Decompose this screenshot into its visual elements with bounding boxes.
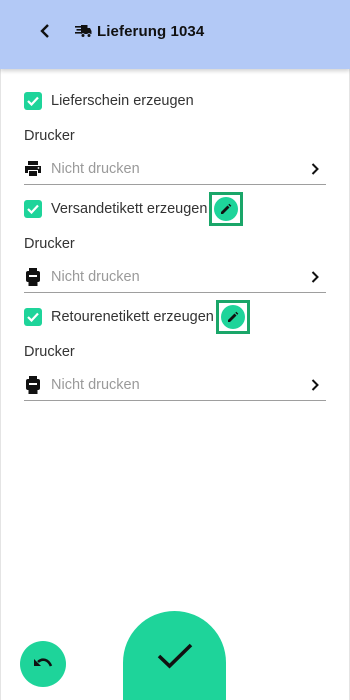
checkbox-shipping-label[interactable] (24, 200, 42, 218)
checkbox-row: Versandetikett erzeugen (24, 192, 326, 226)
printer-select-shipping-label[interactable]: Nicht drucken (24, 261, 326, 293)
option-return-label: Retourenetikett erzeugen Drucker Nicht d… (24, 300, 326, 401)
checkbox-label: Retourenetikett erzeugen (51, 309, 214, 325)
chevron-right-icon (308, 269, 322, 285)
label-printer-icon (24, 375, 42, 394)
options-list: Lieferschein erzeugen Drucker Nicht druc… (24, 88, 326, 401)
printer-value: Nicht drucken (51, 268, 140, 285)
undo-icon (34, 658, 53, 667)
undo-button[interactable] (20, 641, 66, 687)
option-delivery-note: Lieferschein erzeugen Drucker Nicht druc… (24, 88, 326, 185)
checkbox-delivery-note[interactable] (24, 92, 42, 110)
printer-label: Drucker (24, 236, 75, 252)
printer-icon (24, 160, 42, 178)
printer-select-delivery-note[interactable]: Nicht drucken (24, 153, 326, 185)
edit-shipping-label-button[interactable] (209, 192, 244, 226)
checkbox-label: Lieferschein erzeugen (51, 93, 194, 109)
delivery-icon (75, 23, 92, 40)
printer-select-return-label[interactable]: Nicht drucken (24, 369, 326, 401)
edit-return-label-button[interactable] (215, 300, 250, 334)
printer-label: Drucker (24, 344, 75, 360)
check-icon (27, 204, 39, 214)
check-icon (27, 312, 39, 322)
pencil-icon (214, 197, 239, 221)
app-header: Lieferung 1034 (0, 0, 350, 69)
printer-label: Drucker (24, 128, 75, 144)
checkbox-label: Versandetikett erzeugen (51, 201, 208, 217)
page-title: Lieferung 1034 (97, 22, 205, 40)
printer-value: Nicht drucken (51, 160, 140, 177)
checkbox-row: Retourenetikett erzeugen (24, 300, 326, 334)
checkbox-return-label[interactable] (24, 308, 42, 326)
back-button[interactable] (34, 20, 56, 42)
label-printer-icon (24, 267, 42, 286)
chevron-right-icon (308, 377, 322, 393)
printer-value: Nicht drucken (51, 376, 140, 393)
header-title-group: Lieferung 1034 (75, 20, 204, 42)
chevron-right-icon (308, 161, 322, 177)
option-shipping-label: Versandetikett erzeugen Drucker Nicht dr… (24, 192, 326, 293)
checkbox-row: Lieferschein erzeugen (24, 88, 326, 114)
check-icon (27, 96, 39, 106)
chevron-left-icon (40, 24, 49, 38)
checkmark-icon (157, 643, 192, 669)
pencil-icon (220, 305, 245, 329)
